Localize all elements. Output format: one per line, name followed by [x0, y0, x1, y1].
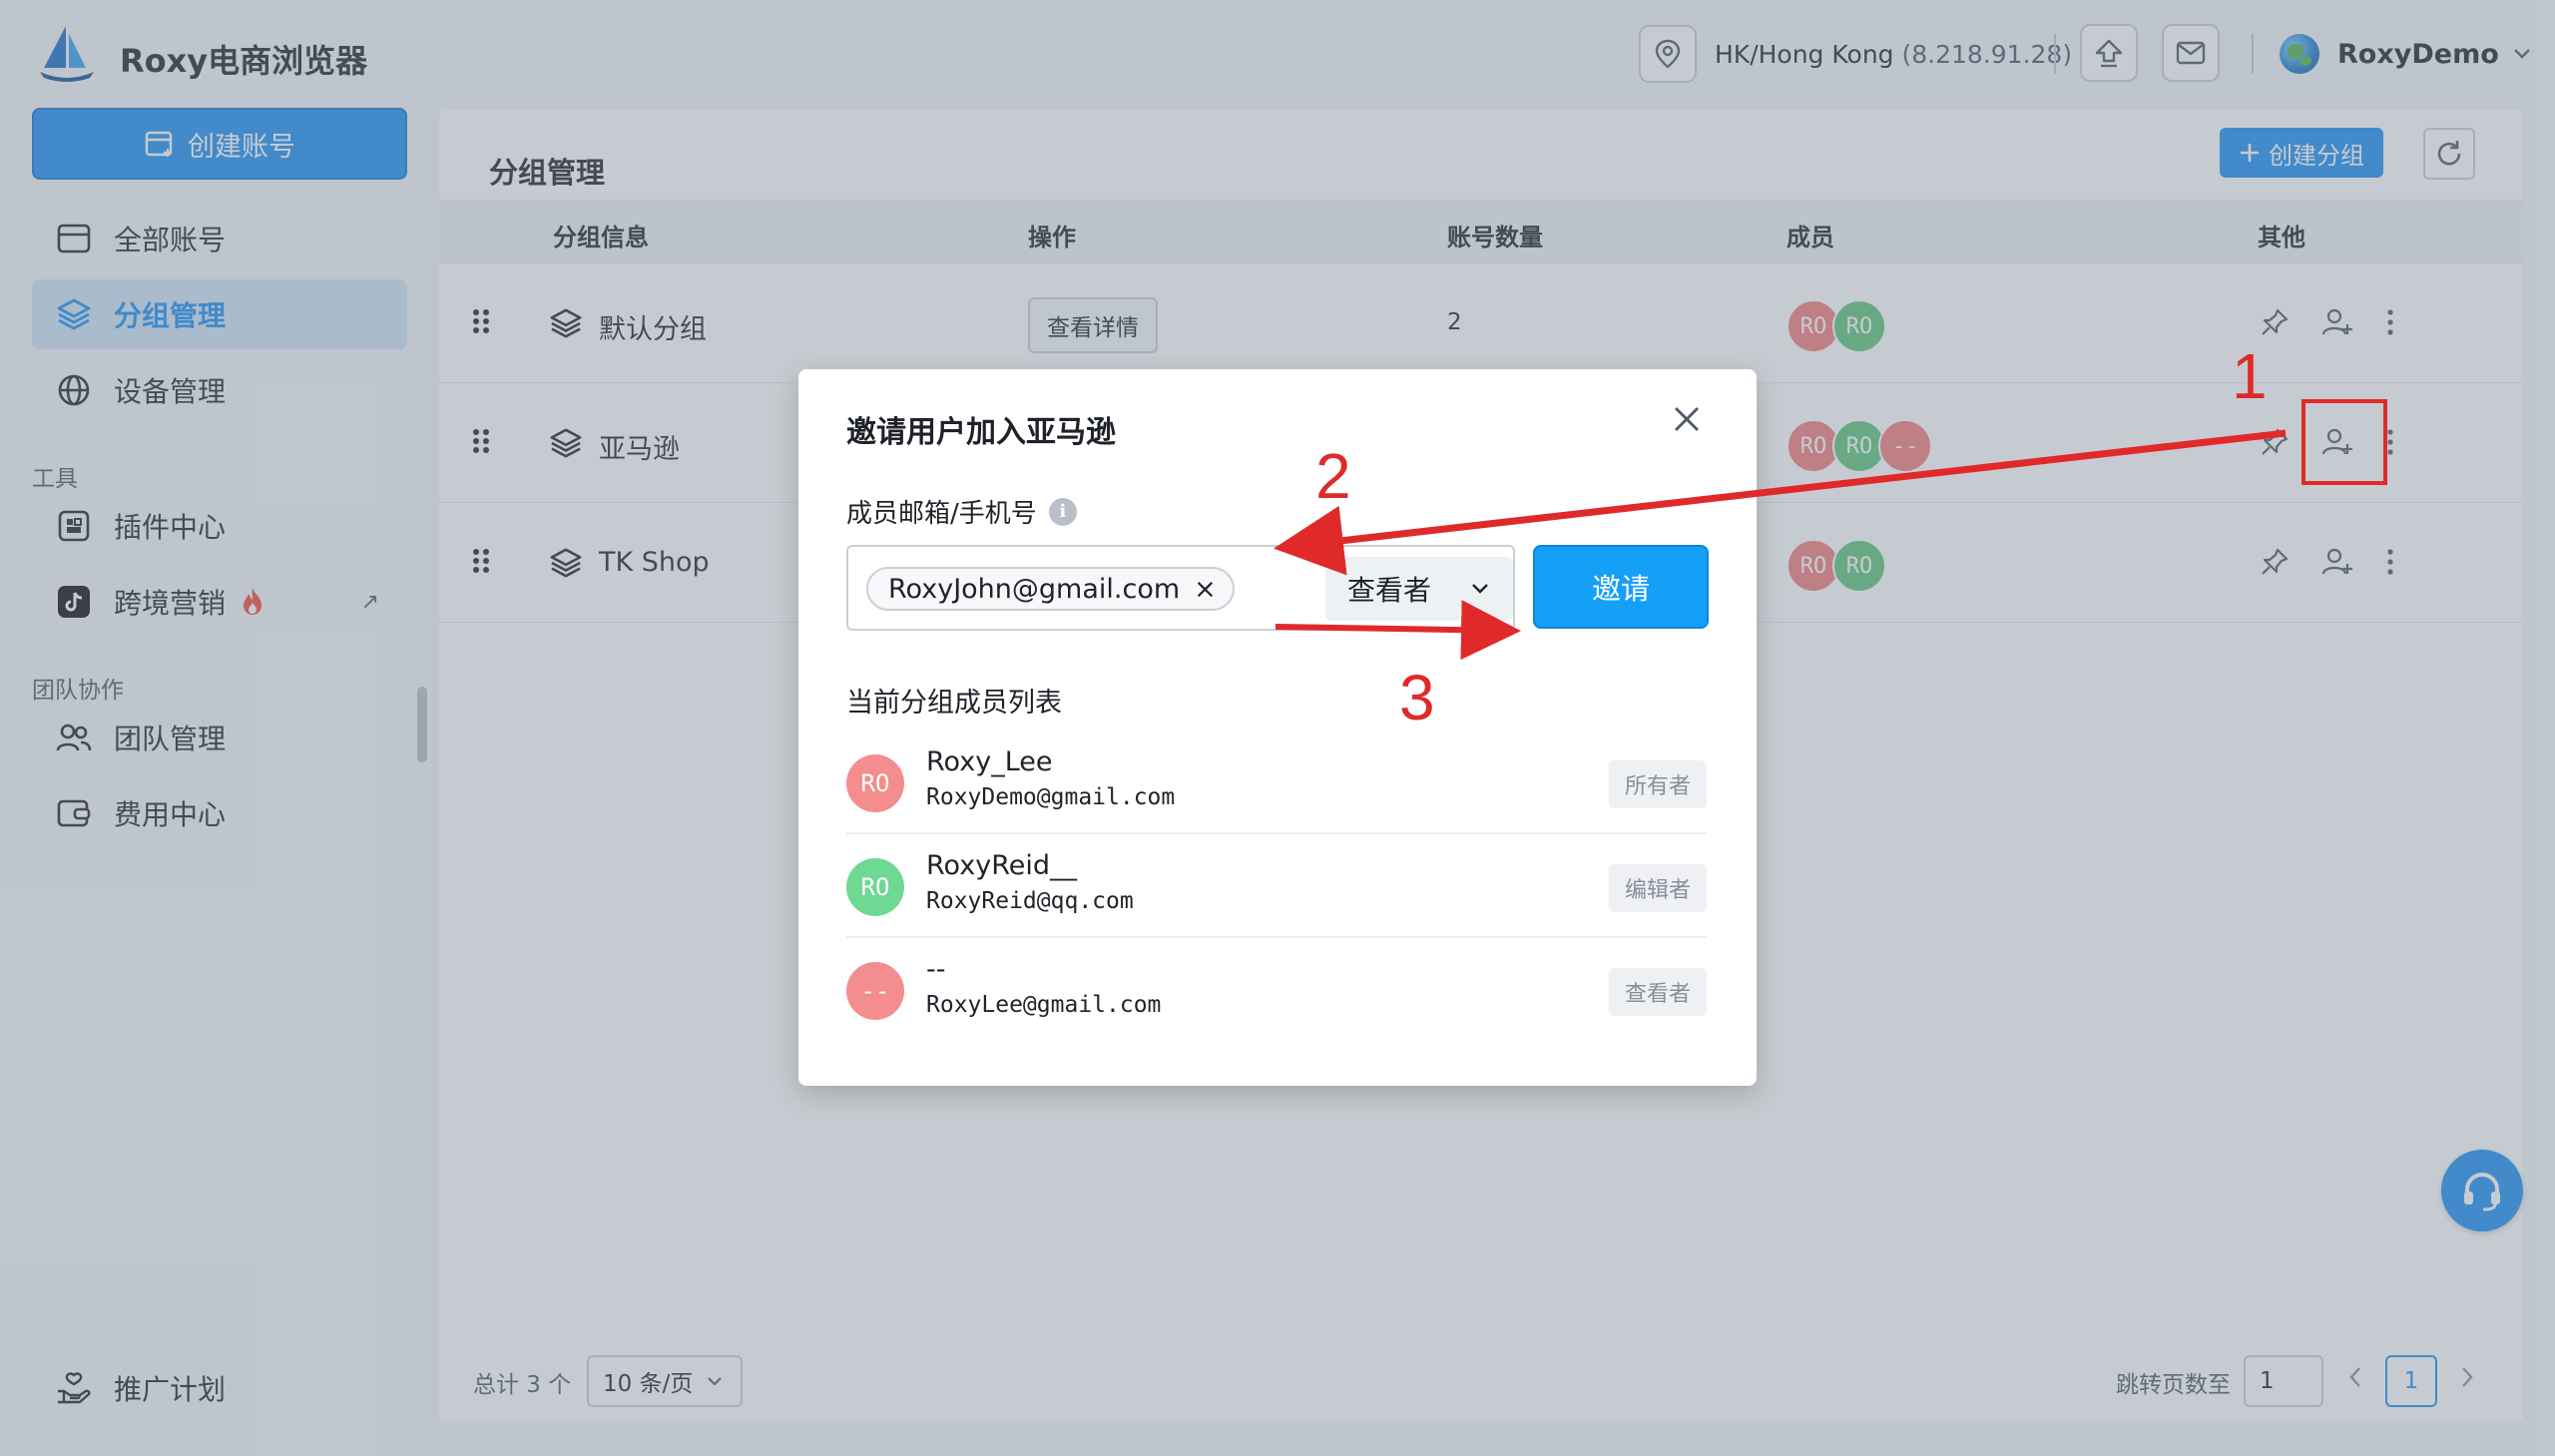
info-icon[interactable]: i: [1048, 497, 1077, 526]
tag-remove-icon[interactable]: ×: [1194, 574, 1217, 605]
member-avatar: --: [846, 962, 904, 1020]
role-select[interactable]: 查看者: [1325, 557, 1513, 621]
list-item: -- -- RoxyLee@gmail.com 查看者: [846, 940, 1707, 1042]
invite-button[interactable]: 邀请: [1533, 545, 1709, 629]
email-tag-value: RoxyJohn@gmail.com: [888, 573, 1181, 605]
list-item: RO Roxy_Lee RoxyDemo@gmail.com 所有者: [846, 732, 1707, 834]
email-tag: RoxyJohn@gmail.com ×: [866, 567, 1235, 611]
invite-dialog: 邀请用户加入亚马逊 成员邮箱/手机号 i RoxyJohn@gmail.com …: [798, 369, 1757, 1086]
member-field-label: 成员邮箱/手机号 i: [846, 493, 1077, 530]
member-email: RoxyReid@qq.com: [926, 888, 1134, 914]
member-avatar: RO: [846, 754, 904, 812]
dialog-title: 邀请用户加入亚马逊: [846, 415, 1116, 450]
list-item: RO RoxyReid__ RoxyReid@qq.com 编辑者: [846, 836, 1707, 938]
member-email-input[interactable]: RoxyJohn@gmail.com × 查看者: [846, 545, 1515, 631]
member-name: Roxy_Lee: [926, 746, 1053, 777]
close-icon[interactable]: [1673, 405, 1701, 433]
member-name: --: [926, 954, 946, 985]
member-avatar: RO: [846, 858, 904, 916]
member-name: RoxyReid__: [926, 850, 1077, 881]
member-role-badge: 所有者: [1609, 760, 1707, 808]
member-role-badge: 编辑者: [1609, 864, 1707, 912]
role-value: 查看者: [1347, 574, 1432, 607]
member-list-title: 当前分组成员列表: [846, 688, 1062, 719]
member-role-badge: 查看者: [1609, 968, 1707, 1016]
member-email: RoxyDemo@gmail.com: [926, 784, 1176, 810]
member-email: RoxyLee@gmail.com: [926, 992, 1162, 1018]
chevron-down-icon: [1472, 584, 1488, 594]
